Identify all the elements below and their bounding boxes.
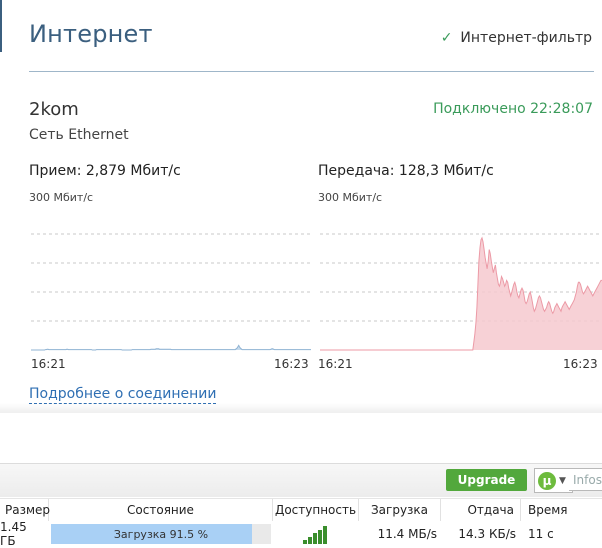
upgrade-button[interactable]: Upgrade — [446, 469, 527, 491]
column-download[interactable]: Загрузка — [359, 499, 441, 521]
connection-status: Подключено 22:28:07 — [433, 101, 593, 117]
receive-rate-label: Прием: 2,879 Мбит/с — [29, 163, 181, 179]
connection-type: Сеть Ethernet — [29, 127, 129, 143]
signal-bar — [313, 533, 317, 544]
search-input[interactable]: Infosp — [569, 468, 602, 491]
column-time[interactable]: Время — [521, 499, 602, 521]
transmit-chart — [320, 233, 602, 351]
receive-time-start: 16:21 — [31, 357, 66, 371]
row-upload-speed: 14.3 КБ/s — [458, 527, 516, 541]
column-upload[interactable]: Отдача — [441, 499, 521, 521]
search-provider-dropdown[interactable]: µ ▼ — [534, 468, 573, 493]
receive-scale-label: 300 Мбит/с — [29, 191, 94, 204]
internet-filter-indicator[interactable]: ✓ Интернет-фильтр — [441, 30, 592, 46]
row-time: 11 с — [528, 527, 554, 541]
row-download-speed: 11.4 МБ/s — [377, 527, 437, 541]
transmit-rate-label: Передача: 128,3 Мбит/с — [318, 163, 494, 179]
panel-edge — [0, 0, 2, 52]
table-row[interactable]: 1.45 ГБ Загрузка 91.5 % 11.4 МБ/s 14.3 К… — [0, 520, 602, 548]
utorrent-logo-icon: µ — [538, 471, 556, 490]
connection-details-link[interactable]: Подробнее о соединении — [29, 386, 217, 404]
transmit-scale-label: 300 Мбит/с — [318, 191, 383, 204]
receive-line — [31, 344, 311, 351]
progress-text: Загрузка 91.5 % — [113, 527, 209, 541]
signal-bar — [318, 529, 322, 544]
signal-bar — [303, 540, 307, 544]
chevron-down-icon: ▼ — [559, 475, 566, 486]
transmit-time-start: 16:21 — [318, 357, 353, 371]
receive-chart — [31, 233, 311, 351]
signal-bar — [323, 526, 327, 544]
check-icon: ✓ — [440, 30, 453, 46]
row-size: 1.45 ГБ — [0, 520, 27, 548]
page-title: Интернет — [29, 20, 153, 48]
column-availability[interactable]: Доступность — [273, 499, 359, 521]
column-size[interactable]: Размер — [0, 499, 50, 521]
signal-bar — [308, 536, 312, 544]
column-status[interactable]: Состояние — [49, 499, 273, 521]
utorrent-toolbar: Upgrade µ ▼ Infosp — [0, 463, 602, 497]
divider — [29, 71, 594, 72]
utorrent-window: Upgrade µ ▼ Infosp Размер Состояние Дост… — [0, 413, 602, 548]
connection-name: 2kom — [29, 99, 79, 120]
transmit-time-end: 16:23 — [563, 357, 598, 371]
download-progress-bar: Загрузка 91.5 % — [51, 524, 271, 544]
receive-time-end: 16:23 — [274, 357, 309, 371]
internet-panel: Интернет ✓ Интернет-фильтр 2kom Сеть Eth… — [0, 0, 602, 413]
availability-signal-icon — [303, 525, 329, 544]
transmit-area — [320, 237, 602, 350]
internet-filter-label: Интернет-фильтр — [460, 30, 592, 46]
torrent-table-header: Размер Состояние Доступность Загрузка От… — [0, 498, 602, 522]
